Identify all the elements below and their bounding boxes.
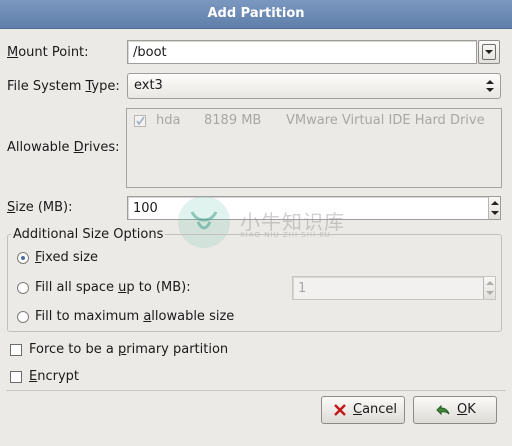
cancel-button[interactable]: Cancel [321, 396, 405, 424]
fs-type-value: ext3 [134, 78, 163, 93]
drive-model: VMware Virtual IDE Hard Drive [286, 113, 485, 128]
mount-point-dropdown-button[interactable] [478, 40, 500, 64]
size-label: Size (MB): [7, 200, 73, 215]
fixed-size-radio[interactable] [17, 252, 29, 264]
drive-size: 8189 MB [204, 113, 262, 128]
size-value: 100 [133, 201, 158, 216]
updown-arrows-icon [486, 80, 494, 92]
mount-point-input[interactable]: /boot [127, 40, 477, 64]
fixed-size-label: Fixed size [35, 250, 99, 265]
fs-type-select[interactable]: ext3 [127, 73, 501, 99]
check-icon [136, 116, 145, 126]
encrypt-label: Encrypt [29, 369, 79, 384]
spin-arrows-icon [486, 281, 494, 295]
size-spin-buttons[interactable] [488, 197, 500, 219]
size-options-title: Additional Size Options [11, 227, 166, 242]
fill-up-to-label: Fill all space up to (MB): [35, 280, 191, 295]
encrypt-checkbox[interactable] [10, 371, 22, 383]
spin-arrows-icon [491, 201, 499, 215]
fill-up-to-input[interactable]: 1 [292, 276, 496, 300]
drives-label: Allowable Drives: [7, 140, 120, 155]
chevron-down-icon [485, 50, 493, 54]
mount-point-label: Mount Point: [7, 45, 89, 60]
check-arrow-icon [436, 404, 450, 416]
fill-up-to-radio[interactable] [17, 282, 29, 294]
primary-partition-checkbox[interactable] [10, 344, 22, 356]
primary-partition-label: Force to be a primary partition [29, 342, 229, 357]
x-icon [334, 404, 346, 416]
drives-list[interactable]: hda 8189 MB VMware Virtual IDE Hard Driv… [126, 108, 502, 188]
fs-type-label: File System Type: [7, 79, 120, 94]
fill-up-to-value: 1 [298, 281, 307, 296]
ok-button[interactable]: OK [413, 396, 497, 424]
separator [6, 390, 506, 391]
dialog-title: Add Partition [0, 0, 512, 29]
fill-max-radio[interactable] [17, 311, 29, 323]
drive-device: hda [156, 113, 181, 128]
drive-checkbox[interactable] [134, 115, 146, 127]
fill-max-label: Fill to maximum allowable size [35, 309, 235, 324]
fill-up-to-spin-buttons[interactable] [483, 277, 495, 299]
